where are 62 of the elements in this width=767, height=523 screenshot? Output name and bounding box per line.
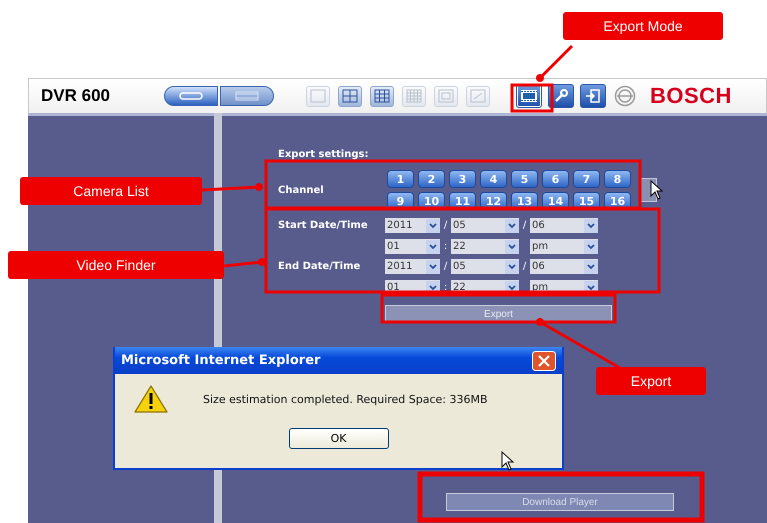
channel-label: Channel [278, 184, 325, 196]
chevron-down-icon [584, 240, 598, 254]
channel-button[interactable]: 2 [418, 170, 445, 188]
channel-button[interactable]: 6 [542, 170, 569, 188]
leader-line [224, 258, 266, 268]
chevron-down-icon [426, 260, 440, 274]
section-heading: Export settings: [278, 149, 368, 162]
callout-label: Export Mode [563, 12, 723, 40]
chevron-down-icon [584, 260, 598, 274]
chevron-down-icon [505, 260, 519, 274]
quad-layout-button[interactable] [338, 86, 362, 106]
pill-icon [178, 91, 204, 101]
app-title: DVR 600 [41, 86, 111, 106]
chevron-down-icon [426, 240, 440, 254]
channel-button[interactable]: 4 [480, 170, 507, 188]
callout-label: Camera List [20, 177, 202, 205]
dropdown[interactable]: 06 [530, 259, 598, 274]
date-separator: / [522, 261, 528, 272]
film-strip-icon [234, 91, 260, 101]
date-time-label: Start Date/Time [278, 220, 369, 231]
warning-icon [133, 384, 169, 414]
circle-logo-icon[interactable] [612, 84, 638, 108]
chevron-down-icon [505, 240, 519, 254]
dropdown[interactable]: 2011 [385, 218, 440, 233]
dropdown[interactable]: 01 [385, 239, 440, 254]
dropdown[interactable]: 06 [530, 218, 598, 233]
channel-button[interactable]: 5 [511, 170, 538, 188]
chevron-down-icon [426, 218, 440, 232]
exit-door-icon[interactable] [580, 84, 606, 108]
dialog-message: Size estimation completed. Required Space: 336MB [203, 392, 488, 406]
leader-line [202, 183, 263, 192]
ok-button[interactable]: OK [288, 428, 388, 449]
date-separator: / [442, 261, 448, 272]
callout-label: Export [596, 367, 706, 395]
grid9-layout-button[interactable] [370, 86, 394, 106]
date-separator: / [522, 220, 528, 231]
mouse-cursor-icon [501, 451, 515, 471]
brand-name: BOSCH [650, 83, 732, 109]
playback-button[interactable] [220, 86, 274, 106]
dropdown[interactable]: pm [530, 239, 598, 254]
time-separator: : [442, 282, 448, 293]
dropdown[interactable]: 2011 [385, 259, 440, 274]
dropdown[interactable]: 05 [451, 218, 519, 233]
channel-button[interactable]: 1 [387, 170, 414, 188]
date-separator: / [442, 220, 448, 231]
time-separator: : [442, 241, 448, 252]
mouse-cursor-icon [650, 180, 664, 200]
close-icon[interactable] [532, 350, 556, 370]
annotation-frame [510, 84, 554, 112]
dialog-title: Microsoft Internet Explorer [121, 353, 320, 368]
leader-line [536, 44, 574, 82]
dropdown[interactable]: 22 [451, 239, 519, 254]
channel-button[interactable]: 7 [573, 170, 600, 188]
date-time-label: End Date/Time [278, 261, 362, 272]
channel-button[interactable]: 3 [449, 170, 476, 188]
live-view-button[interactable] [164, 86, 218, 106]
download-player-button[interactable]: Download Player [446, 493, 674, 511]
chevron-down-icon [584, 218, 598, 232]
callout-label: Video Finder [8, 251, 224, 279]
chevron-down-icon [505, 218, 519, 232]
dropdown[interactable]: 05 [451, 259, 519, 274]
channel-button[interactable]: 8 [604, 170, 631, 188]
